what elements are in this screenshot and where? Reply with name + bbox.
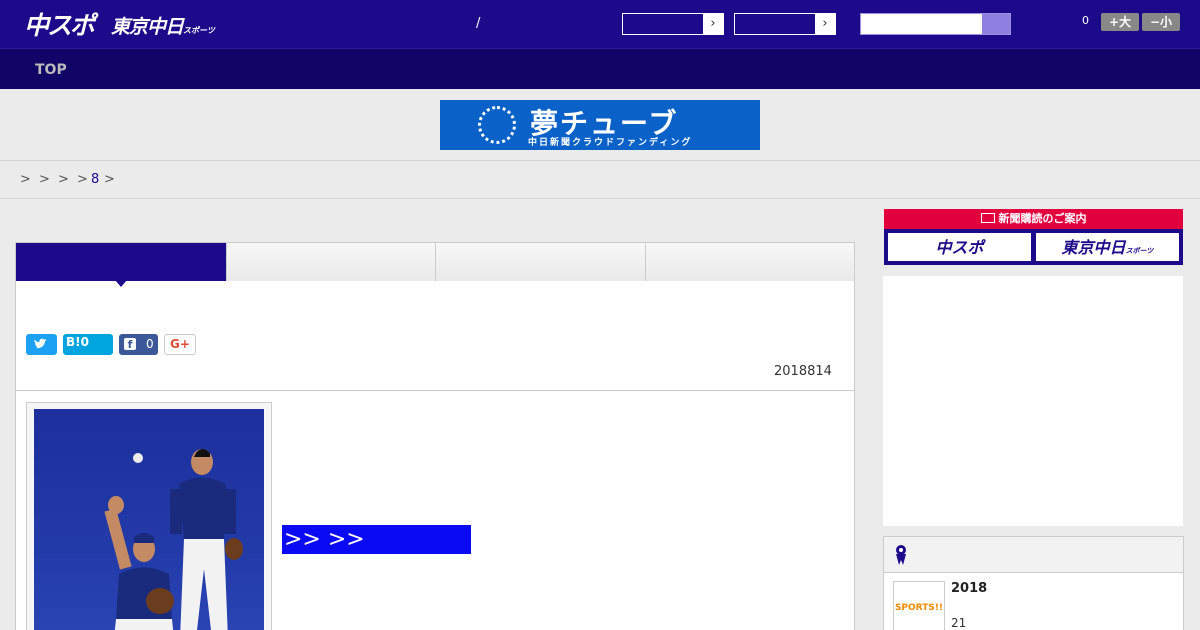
subscription-heading: 新聞購読のご案内 — [884, 209, 1183, 229]
main-nav: TOP — [0, 48, 1200, 89]
banner-subtitle: 中日新聞クラウドファンディング — [528, 138, 693, 148]
nav-item-top[interactable]: TOP — [35, 62, 67, 78]
breadcrumb-separator: > — [39, 172, 50, 187]
ranking-thumbnail[interactable]: SPORTS!! — [893, 581, 945, 630]
subscribe-tokyo-small: スポーツ — [1125, 247, 1154, 255]
subscribe-tokyo-button[interactable]: 東京中日スポーツ — [1036, 233, 1179, 261]
article-date: 2018814 — [774, 364, 832, 379]
ad-slot[interactable] — [883, 276, 1183, 526]
ranking-header — [884, 537, 1183, 573]
google-plus-button[interactable]: G+ — [164, 334, 196, 355]
ranking-item-subtitle: 21 — [951, 616, 967, 630]
subscription-heading-text: 新聞購読のご案内 — [998, 212, 1087, 225]
banner-area: 夢チューブ 中日新聞クラウドファンディング — [0, 89, 1200, 161]
search-button[interactable] — [982, 14, 1010, 34]
subscribe-chuspo-button[interactable]: 中スポ — [888, 233, 1031, 261]
breadcrumb-separator: > — [58, 172, 69, 187]
chevron-right-icon: › — [815, 14, 835, 34]
font-smaller-button[interactable]: −小 — [1142, 13, 1180, 31]
yume-tube-banner[interactable]: 夢チューブ 中日新聞クラウドファンディング — [440, 100, 760, 150]
hatena-bookmark-button[interactable]: B!0 — [63, 334, 113, 355]
facebook-share-button[interactable]: f 0 — [119, 334, 158, 355]
tab-2[interactable] — [227, 243, 436, 281]
chuspo-logo[interactable]: 中スポ — [24, 6, 95, 42]
facebook-icon: f — [124, 338, 136, 351]
tab-1[interactable] — [16, 243, 227, 281]
search-input[interactable] — [860, 13, 1011, 35]
breadcrumb-separator: > — [20, 172, 31, 187]
newspaper-icon — [980, 213, 995, 223]
tokyo-chunichi-logo[interactable]: 東京中日スポーツ — [111, 12, 215, 39]
ranking-item-title[interactable]: 2018 — [951, 581, 987, 596]
article-tabs — [15, 242, 855, 282]
tokyo-logo-text: 東京中日 — [111, 16, 184, 38]
facebook-count: 0 — [146, 337, 154, 351]
header-slash: / — [476, 16, 481, 31]
tab-4[interactable] — [646, 243, 854, 281]
baseball-players-image — [104, 449, 243, 630]
subscription-box: 新聞購読のご案内 中スポ 東京中日スポーツ — [884, 209, 1183, 265]
twitter-share-button[interactable] — [26, 334, 57, 355]
article-photo[interactable] — [34, 409, 264, 630]
hatena-label: B! — [66, 335, 81, 349]
font-size-indicator: 0 — [1082, 14, 1089, 27]
active-tab-pointer — [115, 280, 127, 287]
tab-3[interactable] — [436, 243, 646, 281]
chevron-right-icon: › — [703, 14, 723, 34]
site-header: 中スポ 東京中日スポーツ / › › 0 +大 −小 — [0, 0, 1200, 48]
category-select-1[interactable]: › — [622, 13, 724, 35]
breadcrumb-link[interactable]: 8 — [91, 172, 99, 187]
breadcrumb-separator: > — [77, 172, 88, 187]
subscribe-tokyo-text: 東京中日 — [1061, 238, 1126, 257]
breadcrumb: > > > > 8 > — [0, 162, 1200, 199]
category-select-2[interactable]: › — [734, 13, 836, 35]
dots-logo-icon — [478, 106, 516, 144]
font-larger-button[interactable]: +大 — [1101, 13, 1139, 31]
tokyo-logo-small: スポーツ — [183, 26, 215, 35]
breadcrumb-separator: > — [104, 172, 115, 187]
hatena-count: 0 — [80, 335, 89, 349]
medal-icon — [896, 545, 906, 565]
more-link[interactable]: >> >> — [282, 525, 471, 554]
twitter-bird-icon — [34, 338, 47, 349]
